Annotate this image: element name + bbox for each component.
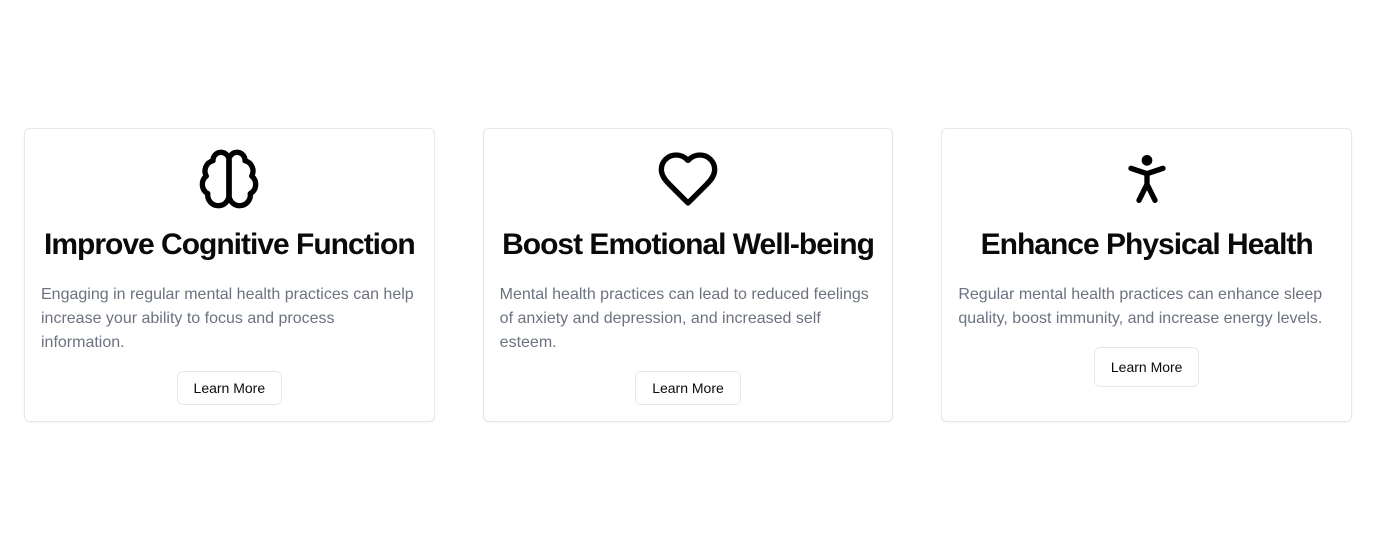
card-cognitive-function: Improve Cognitive Function Engaging in r…	[24, 128, 435, 422]
accessibility-person-icon	[1115, 147, 1179, 211]
benefits-cards: Improve Cognitive Function Engaging in r…	[24, 128, 1353, 422]
learn-more-button[interactable]: Learn More	[635, 371, 741, 405]
card-description: Mental health practices can lead to redu…	[499, 286, 869, 351]
learn-more-button[interactable]: Learn More	[1093, 347, 1200, 387]
card-description: Regular mental health practices can enha…	[958, 286, 1323, 327]
card-title: Boost Emotional Well-being	[502, 228, 875, 261]
heart-icon	[656, 147, 720, 211]
card-emotional-wellbeing: Boost Emotional Well-being Mental health…	[482, 128, 894, 422]
card-description: Engaging in regular mental health practi…	[41, 286, 414, 351]
learn-more-button[interactable]: Learn More	[176, 371, 283, 405]
card-title: Enhance Physical Health	[980, 228, 1314, 261]
brain-icon	[197, 147, 261, 211]
card-title: Improve Cognitive Function	[43, 228, 416, 261]
card-physical-health: Enhance Physical Health Regular mental h…	[941, 128, 1353, 422]
